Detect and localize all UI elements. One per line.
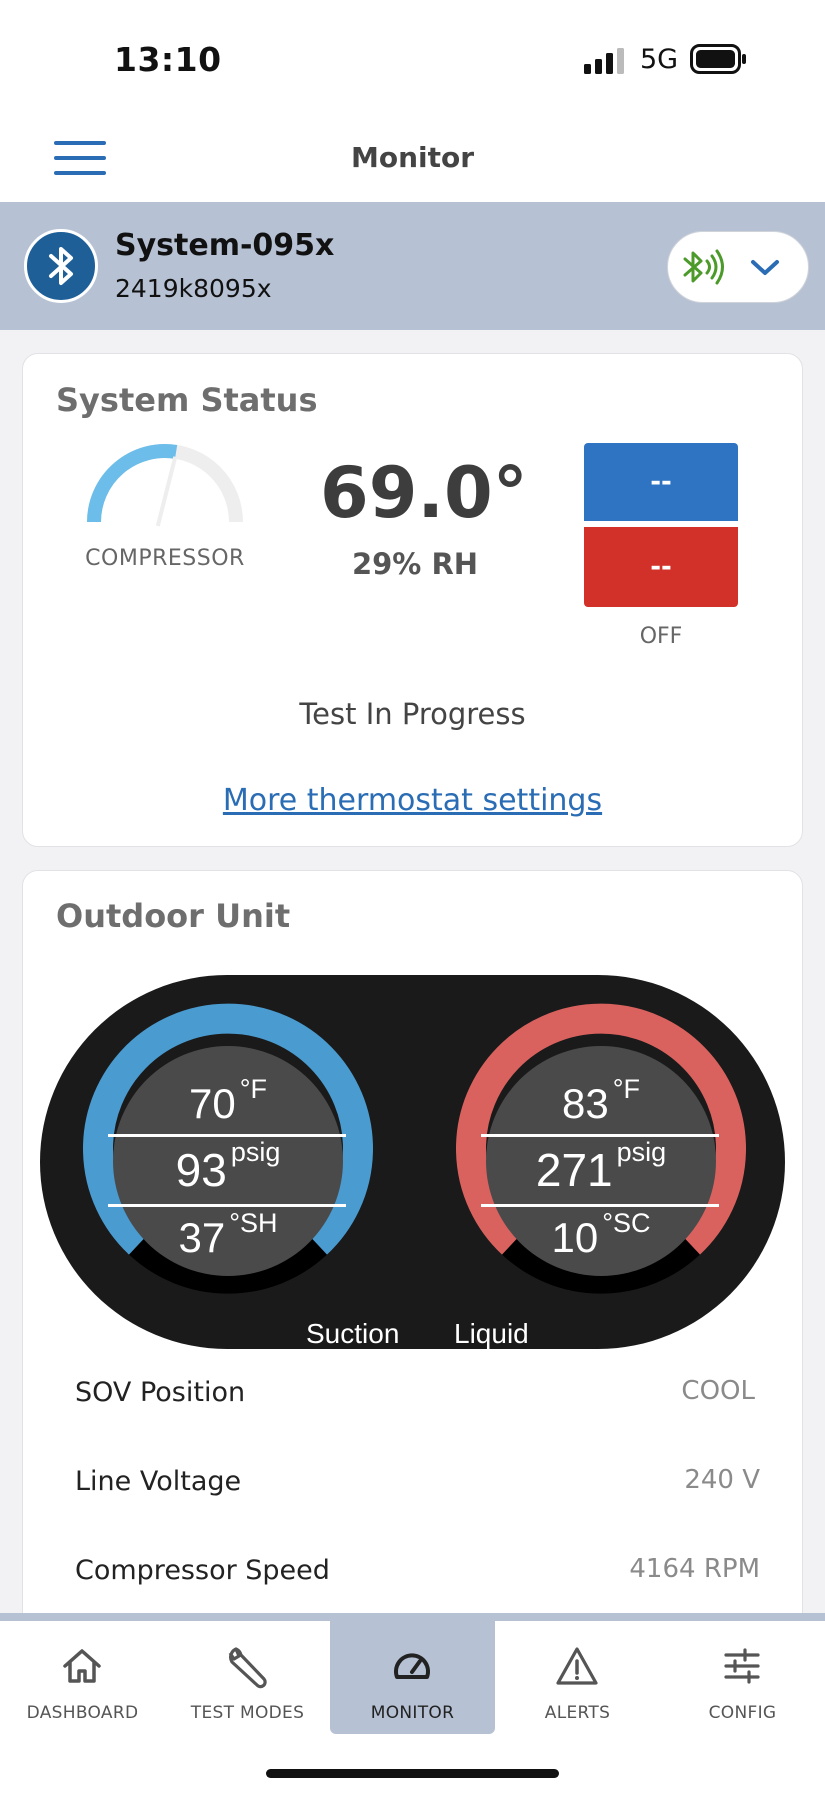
menu-icon-bar xyxy=(54,156,106,160)
tab-alerts[interactable]: ALERTS xyxy=(495,1621,660,1734)
indoor-humidity: 29% RH xyxy=(351,547,479,581)
tab-label: DASHBOARD xyxy=(26,1703,139,1723)
test-status: Test In Progress xyxy=(299,697,526,731)
tab-monitor[interactable]: MONITOR xyxy=(330,1621,495,1734)
suction-superheat: 37 °SH xyxy=(178,1208,278,1261)
sov-position-label: SOV Position xyxy=(75,1377,246,1408)
carrier-label: 5G xyxy=(640,44,679,75)
menu-icon-bar xyxy=(54,141,106,145)
gauge-needle xyxy=(155,456,178,527)
menu-button[interactable] xyxy=(54,141,106,181)
bluetooth-connected-icon xyxy=(683,249,724,285)
system-serial: 2419k8095x xyxy=(115,274,272,303)
home-indicator xyxy=(266,1769,559,1778)
tab-config[interactable]: CONFIG xyxy=(660,1621,825,1734)
tab-label: CONFIG xyxy=(708,1703,777,1723)
outdoor-unit-title: Outdoor Unit xyxy=(56,897,291,935)
system-status-title: System Status xyxy=(56,381,318,419)
sov-position-value: COOL xyxy=(681,1376,755,1406)
more-thermostat-settings-link[interactable]: More thermostat settings xyxy=(0,783,825,818)
tab-dashboard[interactable]: DASHBOARD xyxy=(0,1621,165,1734)
indoor-temperature: 69.0° xyxy=(320,452,528,534)
battery-icon xyxy=(690,44,746,74)
tab-test-modes[interactable]: TEST MODES xyxy=(165,1621,330,1734)
system-name: System-095x xyxy=(115,228,335,263)
menu-icon-bar xyxy=(54,171,106,175)
compressor-speed-label: Compressor Speed xyxy=(75,1555,330,1586)
divider xyxy=(481,1134,719,1137)
tab-label: MONITOR xyxy=(370,1703,455,1723)
divider xyxy=(108,1204,346,1207)
connection-dropdown[interactable] xyxy=(667,231,809,303)
compressor-gauge xyxy=(87,444,243,527)
suction-pressure: 93 psig xyxy=(175,1137,281,1196)
page-title: Monitor xyxy=(350,141,475,174)
gauge-icon xyxy=(394,1653,430,1679)
status-time: 13:10 xyxy=(114,40,222,79)
line-voltage-value: 240 V xyxy=(684,1465,760,1495)
liquid-subcooling: 10 °SC xyxy=(551,1208,651,1261)
heat-setpoint-button[interactable]: -- xyxy=(584,527,738,607)
tab-label: ALERTS xyxy=(544,1703,611,1723)
thermostat-mode: OFF xyxy=(639,624,683,649)
sliders-icon xyxy=(724,1648,760,1684)
suction-temperature: 70 °F xyxy=(188,1074,267,1127)
tab-label: TEST MODES xyxy=(190,1703,305,1723)
compressor-label: COMPRESSOR xyxy=(85,546,245,571)
line-voltage-label: Line Voltage xyxy=(75,1466,242,1497)
bluetooth-icon xyxy=(24,229,98,303)
chevron-down-icon xyxy=(751,260,779,275)
warning-icon xyxy=(556,1647,598,1685)
liquid-pressure: 271 psig xyxy=(535,1137,667,1196)
divider xyxy=(481,1204,719,1207)
liquid-temperature: 83 °F xyxy=(561,1074,640,1127)
home-icon xyxy=(63,1649,101,1683)
suction-caption: Suction xyxy=(306,1318,400,1349)
divider xyxy=(108,1134,346,1137)
signal-icon xyxy=(584,48,624,74)
wrench-icon xyxy=(228,1647,267,1689)
compressor-speed-value: 4164 RPM xyxy=(629,1554,760,1584)
liquid-caption: Liquid xyxy=(454,1318,529,1349)
cool-setpoint-button[interactable]: -- xyxy=(584,443,738,521)
